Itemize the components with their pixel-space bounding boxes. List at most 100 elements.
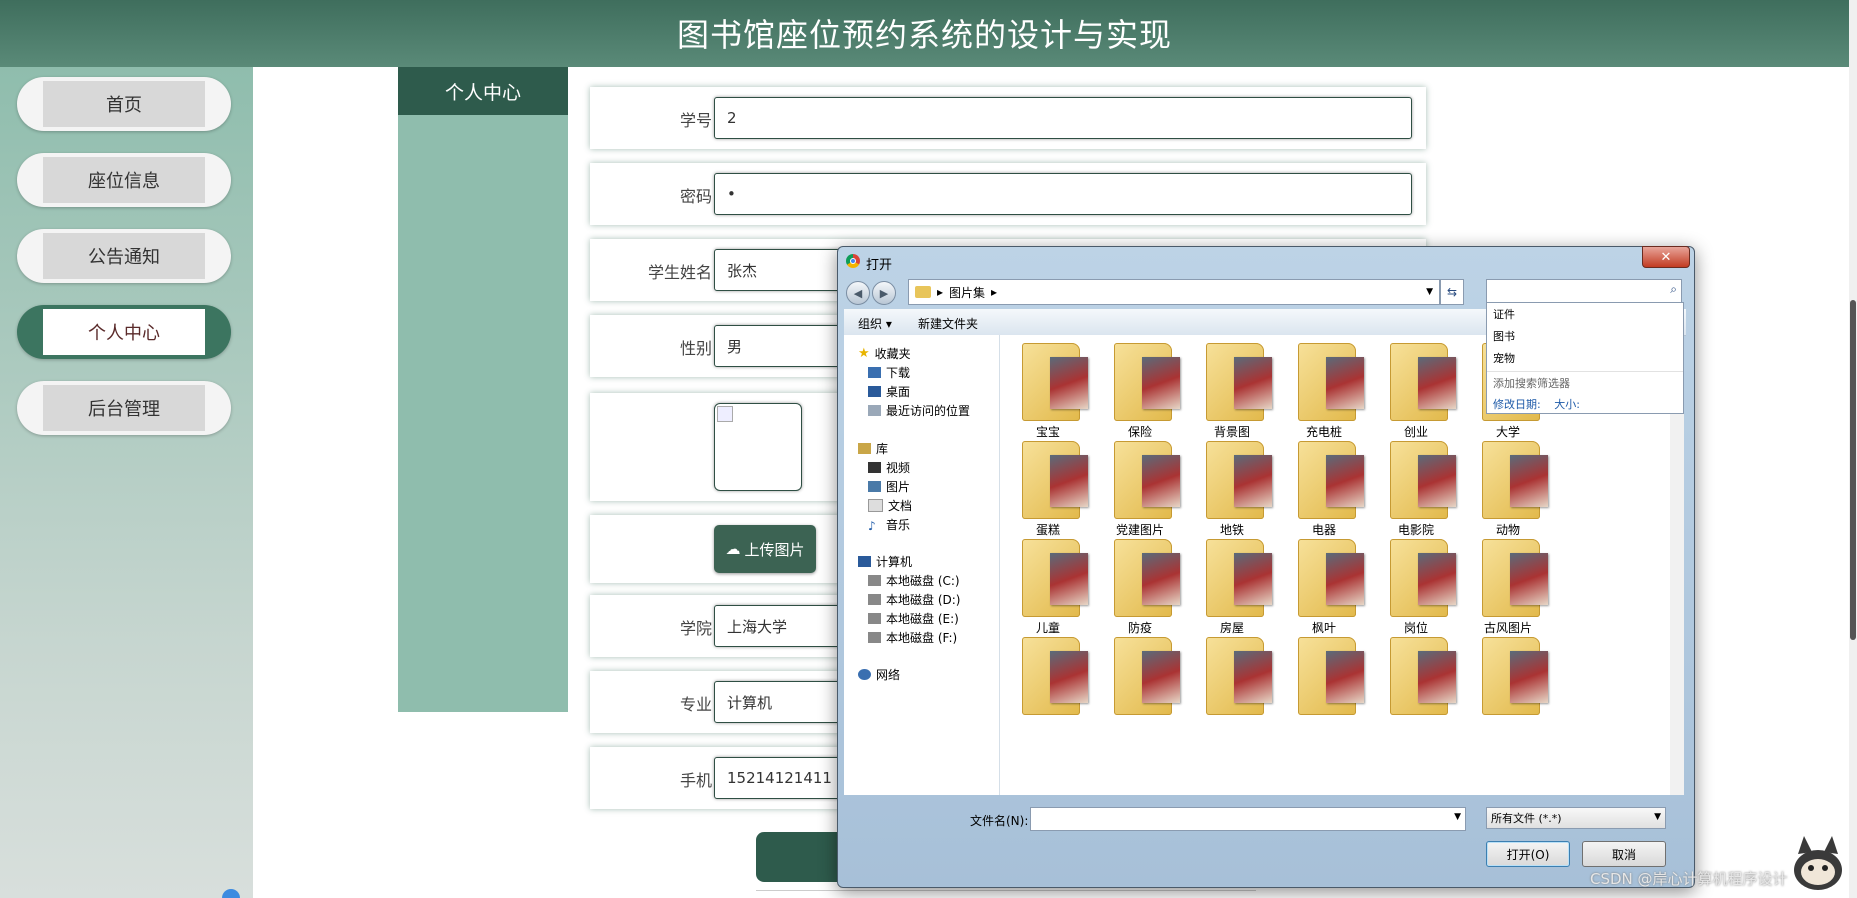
folder-item[interactable]: 充电桩	[1284, 341, 1364, 441]
nav-disk-d[interactable]: 本地磁盘 (D:)	[868, 591, 960, 608]
folder-name: 房屋	[1219, 621, 1244, 635]
page-scrollbar[interactable]	[1849, 0, 1857, 898]
sidebar-item-admin[interactable]: 后台管理	[17, 381, 231, 435]
close-button[interactable]: ✕	[1642, 246, 1690, 268]
password-input[interactable]: •	[714, 173, 1412, 215]
forward-icon[interactable]: ▶	[872, 281, 896, 305]
folder-item[interactable]: 防疫	[1100, 537, 1180, 637]
nav-downloads[interactable]: 下载	[868, 364, 910, 381]
breadcrumb[interactable]: 图片集	[949, 284, 985, 301]
address-bar[interactable]: ▸ 图片集 ▸ ▼	[908, 279, 1440, 305]
recent-places-icon	[868, 405, 881, 416]
nav-disk-e[interactable]: 本地磁盘 (E:)	[868, 610, 959, 627]
sidebar-item-notices[interactable]: 公告通知	[17, 229, 231, 283]
open-button[interactable]: 打开(O)	[1486, 841, 1570, 867]
nav-libraries[interactable]: 库	[858, 440, 888, 457]
folder-item[interactable]	[1468, 635, 1548, 735]
search-icon[interactable]: ⌕	[1670, 282, 1677, 297]
nav-network[interactable]: 网络	[858, 666, 900, 683]
folder-name: 背景图	[1213, 425, 1250, 439]
folder-item[interactable]: 地铁	[1192, 439, 1272, 539]
folder-item[interactable]: 创业	[1376, 341, 1456, 441]
chevron-down-icon[interactable]: ▼	[1454, 812, 1461, 822]
nav-recent[interactable]: 最近访问的位置	[868, 402, 970, 419]
nav-desktop[interactable]: 桌面	[868, 383, 910, 400]
folder-item[interactable]: 保险	[1100, 341, 1180, 441]
folder-icon	[1298, 539, 1364, 617]
folder-item[interactable]	[1192, 635, 1272, 735]
nav-documents[interactable]: 文档	[868, 497, 912, 514]
chrome-icon	[846, 254, 860, 268]
network-icon	[858, 669, 871, 680]
nav-label: 库	[876, 442, 889, 456]
folder-thumbnail	[1142, 553, 1180, 605]
folder-name: 电器	[1311, 523, 1336, 537]
upload-image-button[interactable]: ☁ 上传图片	[714, 525, 816, 573]
folder-name: 大学	[1495, 425, 1520, 439]
refresh-icon[interactable]: ⇆	[1440, 279, 1464, 305]
folder-item[interactable]: 动物	[1468, 439, 1548, 539]
chevron-right-icon: ▸	[991, 285, 998, 299]
sidebar-item-seats[interactable]: 座位信息	[17, 153, 231, 207]
folder-item[interactable]: 岗位	[1376, 537, 1456, 637]
filename-input[interactable]: ▼	[1030, 807, 1466, 831]
library-icon	[858, 443, 871, 454]
form-row-password: 密码 •	[590, 163, 1426, 225]
folder-icon	[1390, 539, 1456, 617]
computer-icon	[858, 556, 871, 567]
chevron-down-icon[interactable]: ▼	[1426, 287, 1433, 297]
navigation-pane: ★ 收藏夹 下载 桌面 最近访问的位置 库 视频 图片 文档 ♪ 音乐 计算机 本地…	[844, 335, 1000, 795]
student-id-input[interactable]: 2	[714, 97, 1412, 139]
folder-item[interactable]: 党建图片	[1100, 439, 1180, 539]
disk-icon	[868, 632, 881, 643]
chevron-down-icon: ▼	[1654, 812, 1661, 822]
filter-date[interactable]: 修改日期:	[1493, 398, 1541, 411]
folder-item[interactable]: 枫叶	[1284, 537, 1364, 637]
folder-thumbnail	[1418, 455, 1456, 507]
search-suggestion[interactable]: 证件	[1487, 303, 1683, 325]
nav-pictures[interactable]: 图片	[868, 478, 910, 495]
nav-videos[interactable]: 视频	[868, 459, 910, 476]
photo-preview	[714, 403, 802, 491]
folder-item[interactable]: 背景图	[1192, 341, 1272, 441]
folder-item[interactable]	[1100, 635, 1180, 735]
folder-icon	[1298, 441, 1364, 519]
search-filter-hint: 添加搜索筛选器	[1487, 371, 1683, 394]
nav-disk-f[interactable]: 本地磁盘 (F:)	[868, 629, 957, 646]
filetype-select[interactable]: 所有文件 (*.*) ▼	[1486, 807, 1666, 829]
nav-label: 文档	[888, 499, 913, 513]
folder-icon	[1206, 441, 1272, 519]
nav-music[interactable]: ♪ 音乐	[868, 516, 910, 533]
folder-item[interactable]: 古风图片	[1468, 537, 1548, 637]
folder-item[interactable]	[1284, 635, 1364, 735]
folder-name: 党建图片	[1115, 523, 1164, 537]
search-suggestion[interactable]: 宠物	[1487, 347, 1683, 369]
nav-disk-c[interactable]: 本地磁盘 (C:)	[868, 572, 960, 589]
sidebar-item-label: 公告通知	[43, 233, 205, 279]
sidebar-item-home[interactable]: 首页	[17, 77, 231, 131]
folder-item[interactable]: 电器	[1284, 439, 1364, 539]
folder-name: 保险	[1127, 425, 1152, 439]
nav-favorites[interactable]: ★ 收藏夹	[858, 345, 911, 362]
folder-thumbnail	[1234, 553, 1272, 605]
cancel-button[interactable]: 取消	[1582, 841, 1666, 867]
organize-button[interactable]: 组织 ▾	[858, 315, 892, 332]
filter-size[interactable]: 大小:	[1554, 398, 1580, 411]
back-icon[interactable]: ◀	[846, 281, 870, 305]
folder-item[interactable]	[1376, 635, 1456, 735]
search-suggestion[interactable]: 图书	[1487, 325, 1683, 347]
folder-item[interactable]: 儿童	[1008, 537, 1088, 637]
folder-item[interactable]: 宝宝	[1008, 341, 1088, 441]
folder-thumbnail	[1050, 651, 1088, 703]
nav-computer[interactable]: 计算机	[858, 553, 912, 570]
folder-item[interactable]	[1008, 635, 1088, 735]
page-scrollbar-thumb[interactable]	[1850, 300, 1856, 640]
folder-item[interactable]: 房屋	[1192, 537, 1272, 637]
folder-item[interactable]: 蛋糕	[1008, 439, 1088, 539]
cloud-upload-icon: ☁	[725, 540, 741, 558]
folder-item[interactable]: 电影院	[1376, 439, 1456, 539]
nav-label: 图片	[886, 480, 911, 494]
search-input[interactable]: ⌕	[1486, 279, 1682, 303]
new-folder-button[interactable]: 新建文件夹	[918, 315, 978, 332]
sidebar-item-profile[interactable]: 个人中心	[17, 305, 231, 359]
